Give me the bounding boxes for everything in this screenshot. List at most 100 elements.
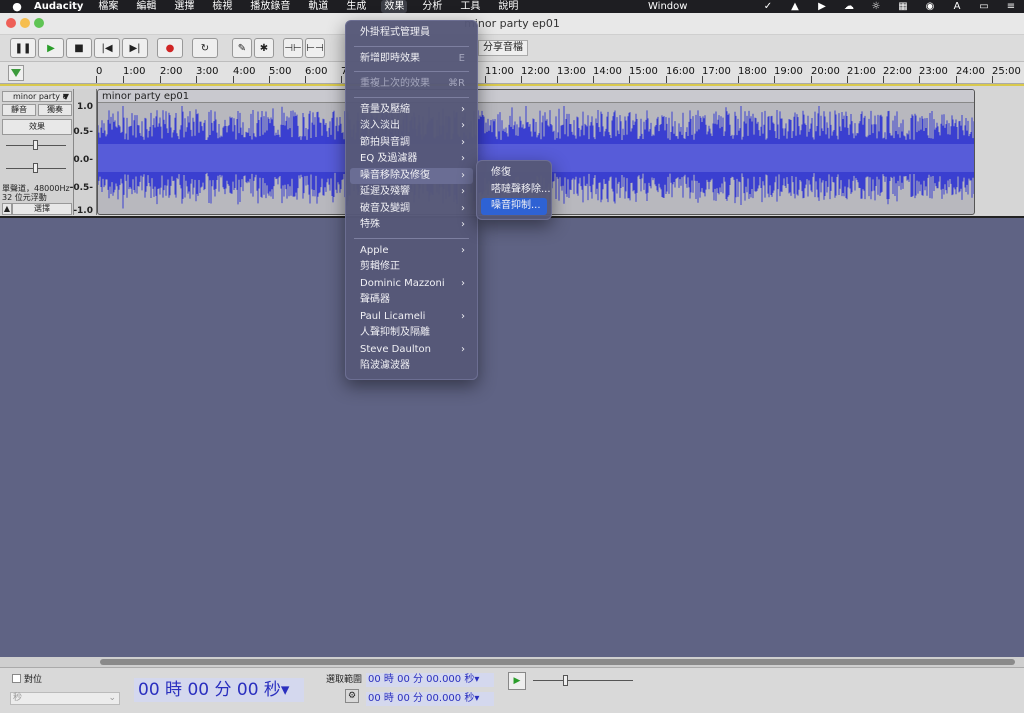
submenu-item[interactable]: 噪音抑制... (481, 198, 547, 215)
effect-menu-item[interactable]: EQ 及過濾器 › (350, 151, 473, 168)
loop-button[interactable]: ↻ (192, 38, 218, 58)
apple-icon[interactable]: ● (0, 0, 34, 13)
record-button[interactable]: ● (157, 38, 183, 58)
menu-select[interactable]: 選擇 (171, 0, 197, 13)
input-source-icon[interactable]: A (950, 0, 964, 13)
submenu-item[interactable]: 修復 (481, 165, 547, 182)
play-circle-icon[interactable]: ▶ (815, 0, 829, 13)
audio-position-display[interactable]: 00 時 00 分 00 秒▾ (134, 678, 304, 702)
ruler-tick-label: 24:00 (956, 66, 985, 77)
track-name-menu[interactable]: × minor party e ▼ (2, 91, 72, 102)
effect-menu-item[interactable]: Paul Licameli › (350, 309, 473, 326)
multi-tool-icon[interactable]: ✱ (254, 38, 274, 58)
effect-menu-item[interactable]: 剪輯修正 (350, 259, 473, 276)
speed-slider[interactable] (533, 680, 633, 681)
menu-window[interactable]: Window (648, 0, 687, 13)
stop-button[interactable]: ■ (66, 38, 92, 58)
chevron-right-icon: › (461, 202, 465, 214)
effect-menu-item[interactable]: 破音及變調 › (350, 201, 473, 218)
ruler-tick-line (96, 76, 97, 83)
effect-menu-item[interactable]: 節拍與音調 › (350, 135, 473, 152)
selection-range-label: 選取範圍 (326, 675, 363, 685)
check-icon[interactable]: ✓ (761, 0, 775, 13)
ruler-tick-label: 18:00 (738, 66, 767, 77)
menu-help[interactable]: 說明 (495, 0, 521, 13)
speed-slider-handle[interactable] (563, 675, 568, 686)
timeline-ruler[interactable]: 01:002:003:004:005:006:00711:0012:0013:0… (0, 62, 1024, 84)
user-icon[interactable]: ◉ (923, 0, 937, 13)
scrollbar-thumb[interactable] (100, 659, 1015, 665)
effect-menu-item[interactable]: 新增即時效果 E (350, 51, 473, 68)
snap-toggle[interactable]: 對位 (12, 672, 42, 685)
ruler-tick-line (521, 76, 522, 83)
control-center-icon[interactable]: ≡ (1004, 0, 1018, 13)
horizontal-scrollbar[interactable] (0, 657, 1024, 667)
snap-checkbox[interactable] (12, 674, 21, 683)
status-icons: ✓ ▲ ▶ ☁ ☼ ▦ ◉ A ▭ ≡ (761, 0, 1018, 13)
skip-end-button[interactable]: ▶| (122, 38, 148, 58)
app-menu[interactable]: Audacity (34, 1, 83, 12)
trim-outside-icon[interactable]: ⊣⊢ (283, 38, 303, 58)
weather-icon[interactable]: ☼ (869, 0, 883, 13)
selection-end-time[interactable]: 00 時 00 分 00.000 秒▾ (366, 692, 494, 706)
skip-start-button[interactable]: |◀ (94, 38, 120, 58)
ruler-tick-line (811, 76, 812, 83)
clip-title[interactable]: minor party ep01 (98, 90, 974, 103)
select-track-button[interactable]: 選擇 (12, 203, 72, 215)
effect-menu-item[interactable]: 延遲及殘響 › (350, 184, 473, 201)
menu-tracks[interactable]: 軌道 (305, 0, 331, 13)
effect-menu-item[interactable]: 外掛程式管理員 (350, 25, 473, 42)
chevron-right-icon: › (461, 169, 465, 181)
solo-button[interactable]: 獨奏 (38, 104, 72, 116)
ruler-tick-label: 13:00 (557, 66, 586, 77)
effect-menu-item[interactable]: 人聲抑制及隔離 (350, 325, 473, 342)
menu-view[interactable]: 檢視 (209, 0, 235, 13)
snap-unit-select[interactable]: 秒 ⌄ (10, 692, 120, 705)
keyboard-icon[interactable]: ▦ (896, 0, 910, 13)
scale-label: 0.0- (73, 155, 93, 165)
menu-file[interactable]: 檔案 (95, 0, 121, 13)
effect-menu-item[interactable]: 淡入淡出 › (350, 118, 473, 135)
scale-label: -1.0 (73, 206, 93, 216)
effect-menu: 外掛程式管理員 新增即時效果 E 重複上次的效果 ⌘R 音量及壓縮 › 淡入淡出 › 節拍與音調 ›… (345, 20, 478, 380)
effect-menu-item[interactable]: 特殊 › (350, 217, 473, 234)
effect-menu-item[interactable]: Steve Daulton › (350, 342, 473, 359)
silence-icon[interactable]: ⊢⊣ (305, 38, 325, 58)
effect-menu-item[interactable]: Dominic Mazzoni › (350, 276, 473, 293)
empty-track-area[interactable] (0, 218, 1024, 658)
battery-icon[interactable]: ▭ (977, 0, 991, 13)
selection-start-time[interactable]: 00 時 00 分 00.000 秒▾ (366, 673, 494, 687)
cloud-icon[interactable]: ☁ (842, 0, 856, 13)
menu-item-label: 特殊 (360, 219, 380, 230)
menu-transport[interactable]: 播放錄音 (247, 0, 293, 13)
chevron-right-icon: › (461, 186, 465, 197)
settings-gear-icon[interactable]: ⚙ (345, 689, 359, 703)
upload-icon[interactable]: ▲ (788, 0, 802, 13)
play-button[interactable]: ▶ (38, 38, 64, 58)
draw-tool-icon[interactable]: ✎ (232, 38, 252, 58)
effect-menu-item[interactable]: 聲碼器 (350, 292, 473, 309)
collapse-icon[interactable]: ▲ (2, 203, 12, 215)
effect-menu-item[interactable]: 噪音移除及修復 › (350, 167, 473, 184)
menu-analyze[interactable]: 分析 (419, 0, 445, 13)
share-audio-button[interactable]: 分享音檔 (478, 40, 528, 56)
pan-slider-handle[interactable] (33, 163, 38, 173)
menu-edit[interactable]: 編輯 (133, 0, 159, 13)
menu-item-label: 噪音抑制... (491, 200, 541, 211)
pause-button[interactable]: ❚❚ (10, 38, 36, 58)
effects-button[interactable]: 效果 (2, 119, 72, 135)
effect-menu-item[interactable]: 音量及壓縮 › (350, 102, 473, 119)
amplitude-scale: 1.0 0.5- 0.0- -0.5- -1.0 (70, 89, 97, 216)
noise-removal-submenu: 修復 嗒噠聲移除... 噪音抑制... (476, 160, 552, 220)
effect-menu-item[interactable]: Apple › (350, 243, 473, 260)
menu-effect[interactable]: 效果 (381, 0, 408, 13)
menu-tools[interactable]: 工具 (457, 0, 483, 13)
gain-slider-handle[interactable] (33, 140, 38, 150)
menu-generate[interactable]: 生成 (343, 0, 369, 13)
effect-menu-item[interactable]: 陷波濾波器 (350, 358, 473, 375)
mute-button[interactable]: 靜音 (2, 104, 36, 116)
playhead-toggle-icon[interactable] (8, 65, 24, 81)
play-at-speed-button[interactable]: ▶ (508, 672, 526, 690)
ruler-tick-label: 1:00 (123, 66, 146, 77)
submenu-item[interactable]: 嗒噠聲移除... (481, 182, 551, 199)
